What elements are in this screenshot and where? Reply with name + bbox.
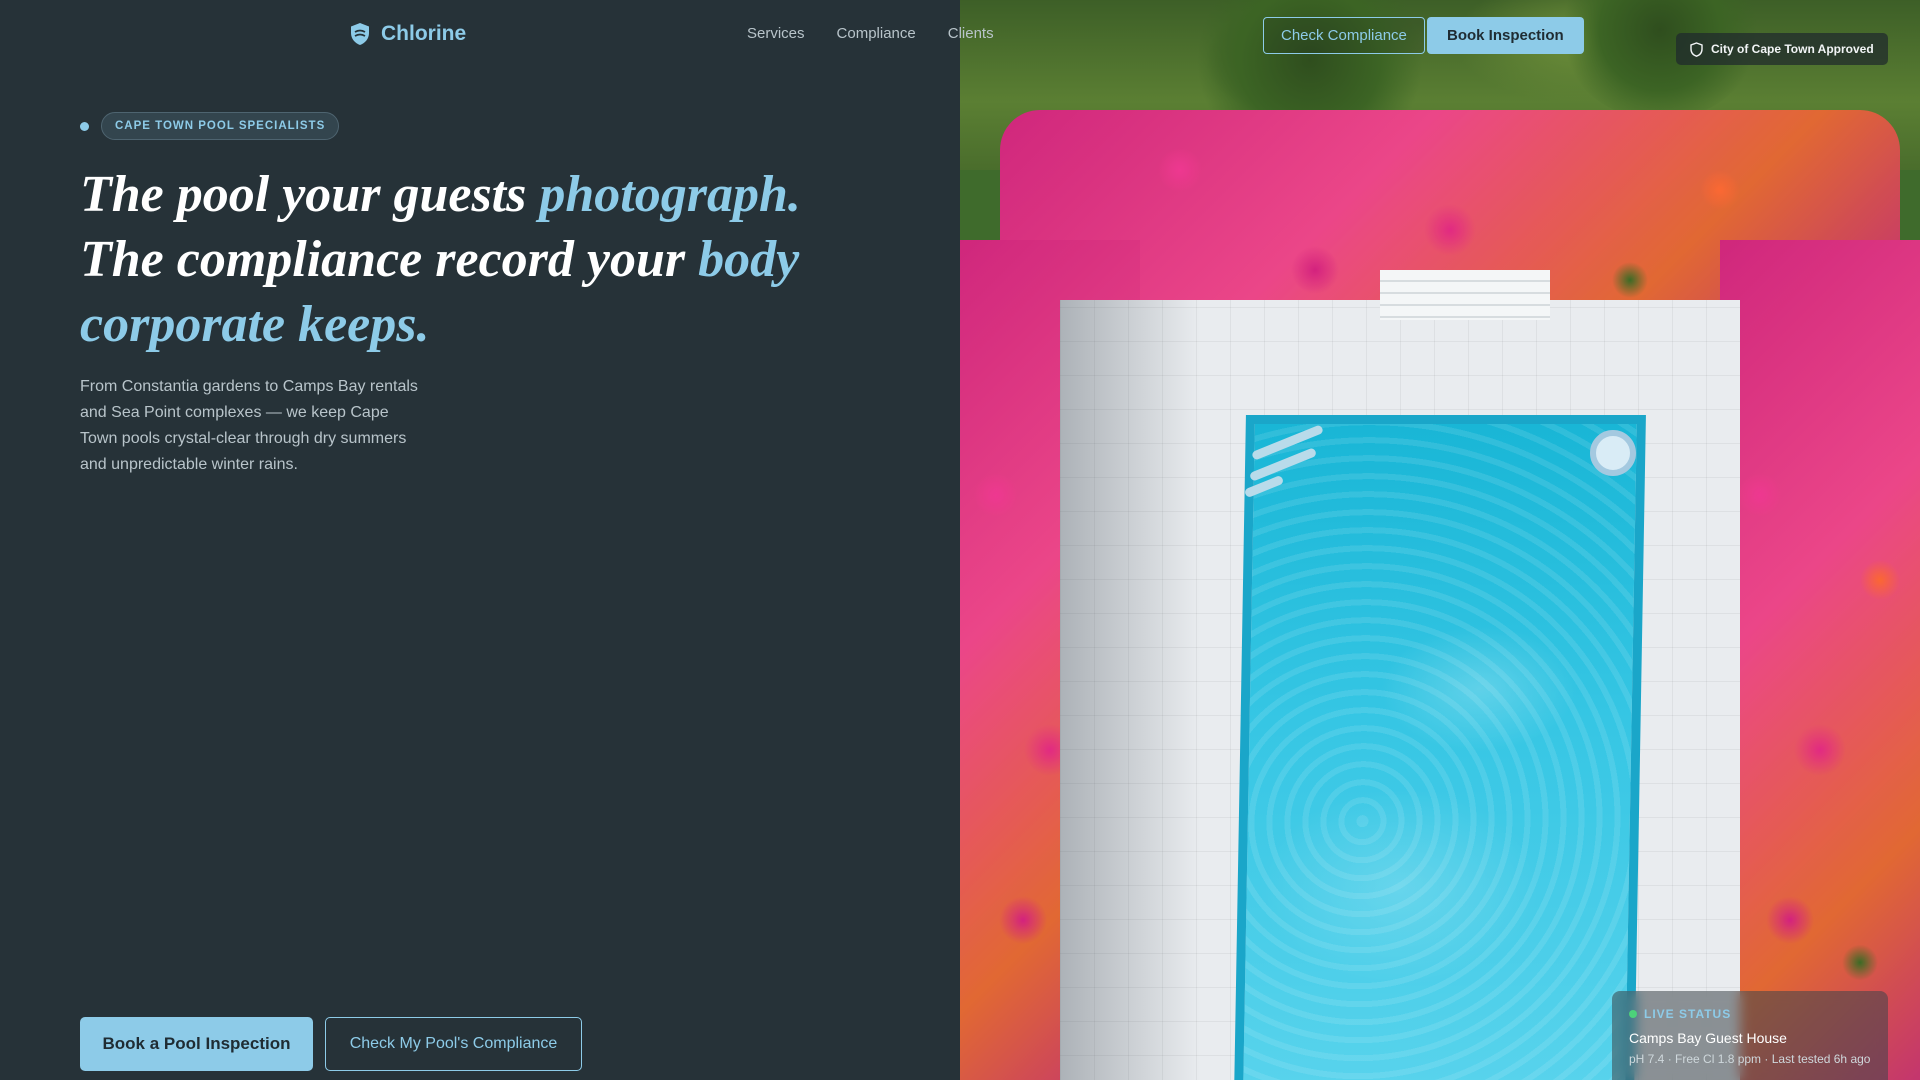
eyebrow: CAPE TOWN POOL SPECIALISTS [80,112,340,140]
live-status-site: Camps Bay Guest House [1629,1030,1787,1046]
swimming-pool [1234,415,1646,1080]
pool-float [1590,430,1636,476]
hero-pool-image [960,0,1920,1080]
book-pool-inspection-button[interactable]: Book a Pool Inspection [80,1017,313,1071]
live-status-heading: LIVE STATUS [1629,1007,1871,1021]
bougainvillea-right [1720,240,1920,1080]
check-pool-compliance-button[interactable]: Check My Pool's Compliance [325,1017,582,1071]
headline-part: The compliance record your [80,231,699,288]
eyebrow-dot-icon [80,121,89,131]
live-status-reading: pH 7.4 · Free Cl 1.8 ppm · Last tested 6… [1629,1052,1871,1066]
brand-logo[interactable]: Chlorine [349,22,466,46]
live-indicator-icon [1629,1010,1637,1018]
nav-links: Services Compliance Clients [747,25,994,42]
shield-icon [351,23,369,45]
live-status-card: LIVE STATUS Camps Bay Guest House pH 7.4… [1612,991,1888,1080]
nav-link-clients[interactable]: Clients [948,25,994,42]
check-compliance-button[interactable]: Check Compliance [1263,17,1425,54]
live-status-label: LIVE STATUS [1644,1007,1732,1021]
brand-name: Chlorine [381,22,467,45]
badge-label: City of Cape Town Approved [1711,42,1874,56]
nav-link-services[interactable]: Services [747,25,805,42]
pool-steps [1380,270,1550,320]
headline-accent: photograph. [539,166,801,223]
top-nav: Chlorine Services Compliance Clients Che… [0,0,1920,70]
hero-headline: The pool your guests photograph. The com… [80,162,880,357]
nav-link-compliance[interactable]: Compliance [837,25,916,42]
book-inspection-button[interactable]: Book Inspection [1427,17,1584,54]
headline-part: The pool your guests [80,166,540,223]
deck-shadow [1060,300,1200,1080]
city-approved-badge: City of Cape Town Approved [1676,33,1888,65]
eyebrow-pill: CAPE TOWN POOL SPECIALISTS [101,112,340,140]
hero-lead-text: From Constantia gardens to Camps Bay ren… [80,378,418,473]
shield-icon [1690,41,1703,57]
